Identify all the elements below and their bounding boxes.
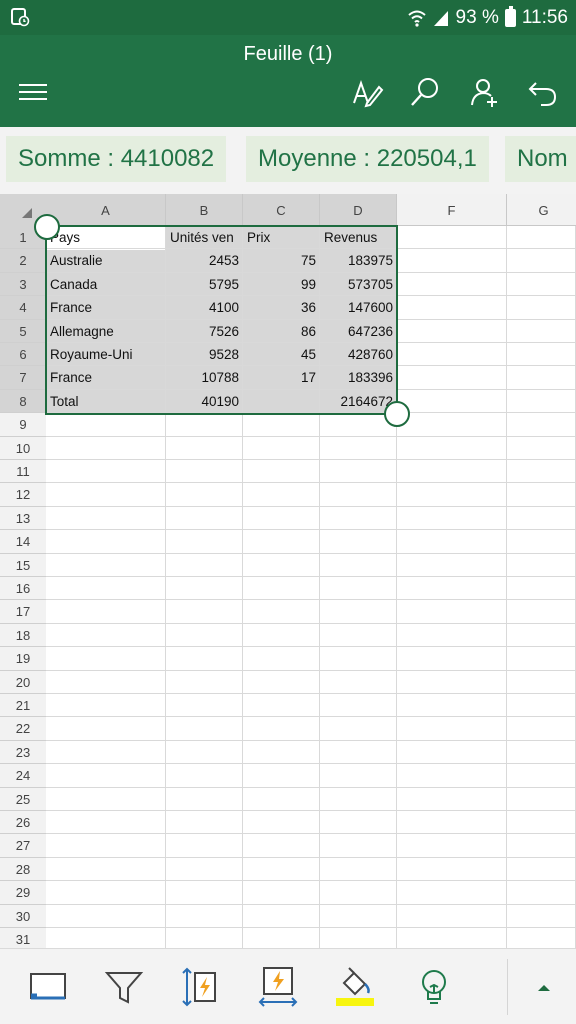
column-header-a[interactable]: A <box>46 194 166 226</box>
search-icon[interactable] <box>408 75 442 109</box>
selection-border <box>45 225 398 415</box>
row-header[interactable]: 29 <box>0 881 46 905</box>
row-header[interactable]: 2 <box>0 249 46 273</box>
freeze-panes-button[interactable] <box>26 965 70 1009</box>
document-title[interactable]: Feuille (1) <box>0 43 576 66</box>
row-header[interactable]: 7 <box>0 366 46 390</box>
selection-handle-bottom-right[interactable] <box>384 401 410 427</box>
row-header[interactable]: 4 <box>0 296 46 320</box>
hamburger-menu-icon[interactable] <box>16 75 50 109</box>
row-header[interactable]: 13 <box>0 506 46 531</box>
row-header[interactable]: 21 <box>0 694 46 718</box>
row-header[interactable]: 19 <box>0 647 46 671</box>
row-header[interactable]: 8 <box>0 389 46 414</box>
clock: 11:56 <box>521 7 568 28</box>
grid-row-line <box>46 459 576 460</box>
grid-row-line <box>46 810 576 811</box>
row-header[interactable]: 17 <box>0 600 46 624</box>
row-header[interactable]: 28 <box>0 857 46 882</box>
status-summary-bar: Somme : 4410082 Moyenne : 220504,1 Nom <box>0 127 576 194</box>
column-header-d[interactable]: D <box>320 194 397 226</box>
grid-column-line <box>506 226 507 948</box>
count-chip[interactable]: Nom <box>505 136 576 182</box>
row-header[interactable]: 27 <box>0 834 46 858</box>
grid-row-line <box>46 693 576 694</box>
grid-row-line <box>46 716 576 718</box>
row-header[interactable]: 31 <box>0 928 46 948</box>
notification-icon <box>11 8 30 27</box>
share-person-icon[interactable] <box>468 75 502 109</box>
grid-row-line <box>46 646 576 648</box>
toolbar-separator <box>507 959 508 1015</box>
autofit-column-icon <box>258 967 298 1007</box>
wifi-icon <box>407 10 426 27</box>
worksheet-grid[interactable]: Pays Unités ven Prix Revenus Australie 2453 75… <box>0 194 576 948</box>
grid-row-line <box>46 552 576 554</box>
expand-ribbon-button[interactable] <box>522 965 566 1009</box>
column-header-g[interactable]: G <box>507 194 576 226</box>
autofit-row-button[interactable] <box>178 965 222 1009</box>
row-header[interactable]: 15 <box>0 553 46 577</box>
autofit-column-button[interactable] <box>256 965 300 1009</box>
battery-percent: 93 % <box>455 7 499 28</box>
grid-row-line <box>46 880 576 882</box>
sum-chip[interactable]: Somme : 4410082 <box>6 136 227 182</box>
grid-row-line <box>46 482 576 484</box>
row-header[interactable]: 10 <box>0 436 46 460</box>
row-header[interactable]: 3 <box>0 272 46 297</box>
row-header[interactable]: 24 <box>0 764 46 788</box>
column-header-c[interactable]: C <box>243 194 320 226</box>
expand-ribbon-icon <box>538 985 550 991</box>
row-header[interactable]: 6 <box>0 343 46 367</box>
grid-row-line <box>46 833 576 835</box>
grid-row-line <box>46 669 576 671</box>
grid-row-line <box>46 529 576 531</box>
filter-icon <box>104 972 144 1004</box>
app-bar: Feuille (1) <box>0 35 576 127</box>
grid-row-line <box>46 763 576 765</box>
row-header[interactable]: 9 <box>0 413 46 437</box>
row-header[interactable]: 30 <box>0 904 46 928</box>
grid-row-line <box>46 786 576 788</box>
row-header[interactable]: 5 <box>0 319 46 343</box>
grid-row-line <box>46 903 576 905</box>
row-header[interactable]: 22 <box>0 717 46 741</box>
column-header-row: A B C D F G <box>0 194 576 226</box>
autofit-row-icon <box>182 967 216 1007</box>
row-header[interactable]: 12 <box>0 483 46 507</box>
row-header[interactable]: 25 <box>0 787 46 811</box>
tell-me-button[interactable] <box>412 965 456 1009</box>
signal-icon <box>433 11 448 26</box>
grid-row-line <box>46 576 576 577</box>
grid-row-line <box>46 599 576 601</box>
row-header[interactable]: 14 <box>0 530 46 554</box>
row-header[interactable]: 18 <box>0 623 46 648</box>
grid-row-line <box>46 739 576 741</box>
grid-row-line <box>46 622 576 624</box>
battery-icon <box>504 6 516 27</box>
fill-color-icon <box>336 967 374 1006</box>
row-header[interactable]: 23 <box>0 740 46 765</box>
grid-row-line <box>46 505 576 507</box>
row-header[interactable]: 11 <box>0 460 46 484</box>
freeze-panes-icon <box>30 973 66 1000</box>
row-header[interactable]: 16 <box>0 577 46 601</box>
edit-text-icon[interactable] <box>350 75 384 109</box>
grid-row-line <box>46 927 576 928</box>
column-header-f[interactable]: F <box>397 194 507 226</box>
grid-row-line <box>46 856 576 858</box>
row-header[interactable]: 26 <box>0 811 46 835</box>
tell-me-icon <box>422 970 446 1004</box>
bottom-toolbar <box>0 948 576 1024</box>
selection-handle-top-left[interactable] <box>34 214 60 240</box>
undo-icon[interactable] <box>526 75 560 109</box>
average-chip[interactable]: Moyenne : 220504,1 <box>246 136 489 182</box>
filter-button[interactable] <box>102 965 146 1009</box>
row-header[interactable]: 20 <box>0 670 46 694</box>
column-header-b[interactable]: B <box>166 194 243 226</box>
grid-row-line <box>46 435 576 437</box>
fill-color-button[interactable] <box>334 965 378 1009</box>
status-bar: 93 % 11:56 <box>0 0 576 35</box>
